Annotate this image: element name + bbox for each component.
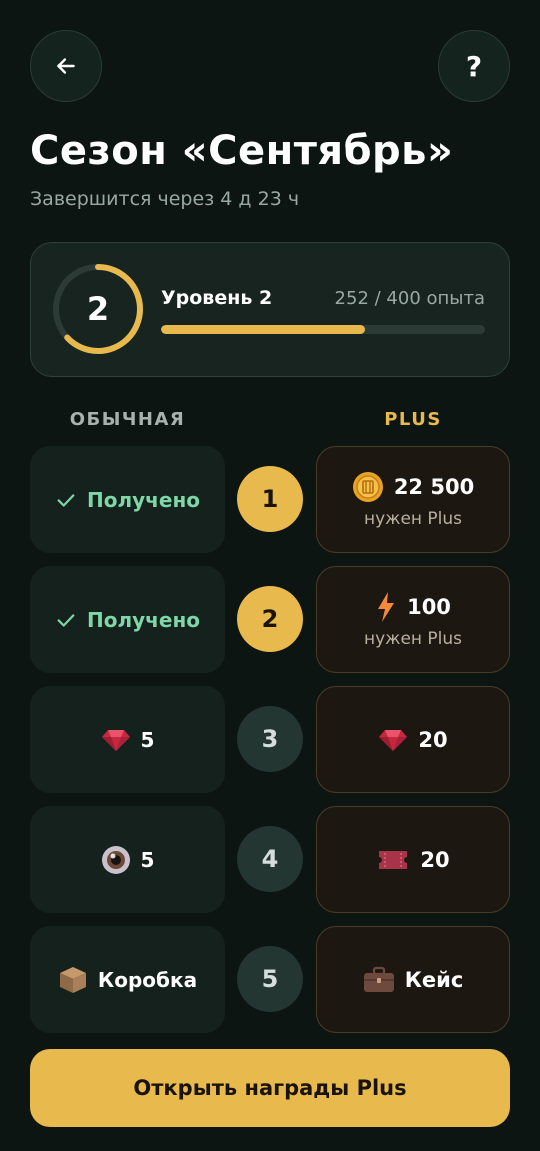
- coin-icon: [352, 471, 384, 503]
- season-countdown: Завершится через 4 д 23 ч: [30, 188, 300, 210]
- back-button[interactable]: [30, 30, 102, 102]
- level-bubble: 2: [237, 586, 303, 652]
- gem-icon: [101, 728, 131, 752]
- check-icon: [55, 489, 77, 511]
- ticket-icon: [376, 849, 410, 871]
- level-bubble: 5: [237, 946, 303, 1012]
- level-progress-card: 2 Уровень 2 252 / 400 опыта: [30, 242, 510, 377]
- plus-reward-label: 20: [420, 847, 450, 872]
- briefcase-icon: [363, 966, 395, 994]
- free-reward-cell[interactable]: Коробка: [30, 926, 225, 1033]
- page-title: Сезон «Сентябрь»: [30, 128, 454, 174]
- level-number: 2: [86, 290, 110, 328]
- plus-reward-cell[interactable]: Кейс: [316, 926, 510, 1033]
- check-icon: [55, 609, 77, 631]
- level-bubble: 1: [237, 466, 303, 532]
- lightning-icon: [375, 591, 397, 623]
- column-header-free: ОБЫЧНАЯ: [69, 409, 186, 430]
- free-reward-label: 5: [140, 847, 155, 872]
- level-bubble: 3: [237, 706, 303, 772]
- reward-row: 5 3 20: [0, 686, 540, 793]
- free-reward-label: Получено: [86, 607, 201, 632]
- free-reward-label: Коробка: [97, 967, 198, 992]
- reward-row: Получено 2 100 нужен Plus: [0, 566, 540, 673]
- eye-icon: [101, 845, 131, 875]
- reward-row: 5 4 20: [0, 806, 540, 913]
- plus-reward-cell[interactable]: 20: [316, 686, 510, 793]
- plus-reward-label: Кейс: [404, 967, 464, 992]
- gem-icon: [378, 728, 408, 752]
- reward-row: Коробка 5 Кейс: [0, 926, 540, 1033]
- free-reward-cell[interactable]: Получено: [30, 566, 225, 673]
- reward-row: Получено 1 22 500 нужен Plus: [0, 446, 540, 553]
- xp-progress-fill: [161, 325, 366, 334]
- column-header-plus: PLUS: [384, 409, 442, 430]
- plus-reward-main: 20: [376, 847, 450, 872]
- level-bubble: 4: [237, 826, 303, 892]
- plus-reward-label: 20: [418, 727, 448, 752]
- free-reward-cell[interactable]: 5: [30, 686, 225, 793]
- plus-reward-main: Кейс: [363, 966, 464, 994]
- open-plus-rewards-button[interactable]: Открыть награды Plus: [30, 1049, 510, 1127]
- level-label: Уровень 2: [161, 287, 273, 309]
- plus-reward-label: 22 500: [393, 474, 475, 499]
- plus-required-note: нужен Plus: [363, 628, 463, 649]
- free-reward-label: 5: [140, 727, 155, 752]
- plus-reward-main: 20: [378, 727, 448, 752]
- plus-reward-cell[interactable]: 20: [316, 806, 510, 913]
- plus-reward-label: 100: [407, 594, 451, 619]
- plus-reward-main: 22 500: [352, 471, 474, 503]
- arrow-left-icon: [53, 53, 79, 79]
- xp-progress-bar: [161, 325, 485, 334]
- xp-label: 252 / 400 опыта: [334, 288, 485, 309]
- help-button[interactable]: ?: [438, 30, 510, 102]
- plus-reward-main: 100: [375, 591, 451, 623]
- free-reward-cell[interactable]: Получено: [30, 446, 225, 553]
- box-icon: [58, 965, 88, 995]
- free-reward-label: Получено: [86, 487, 201, 512]
- plus-reward-cell[interactable]: 100 нужен Plus: [316, 566, 510, 673]
- plus-required-note: нужен Plus: [363, 508, 463, 529]
- free-reward-cell[interactable]: 5: [30, 806, 225, 913]
- plus-reward-cell[interactable]: 22 500 нужен Plus: [316, 446, 510, 553]
